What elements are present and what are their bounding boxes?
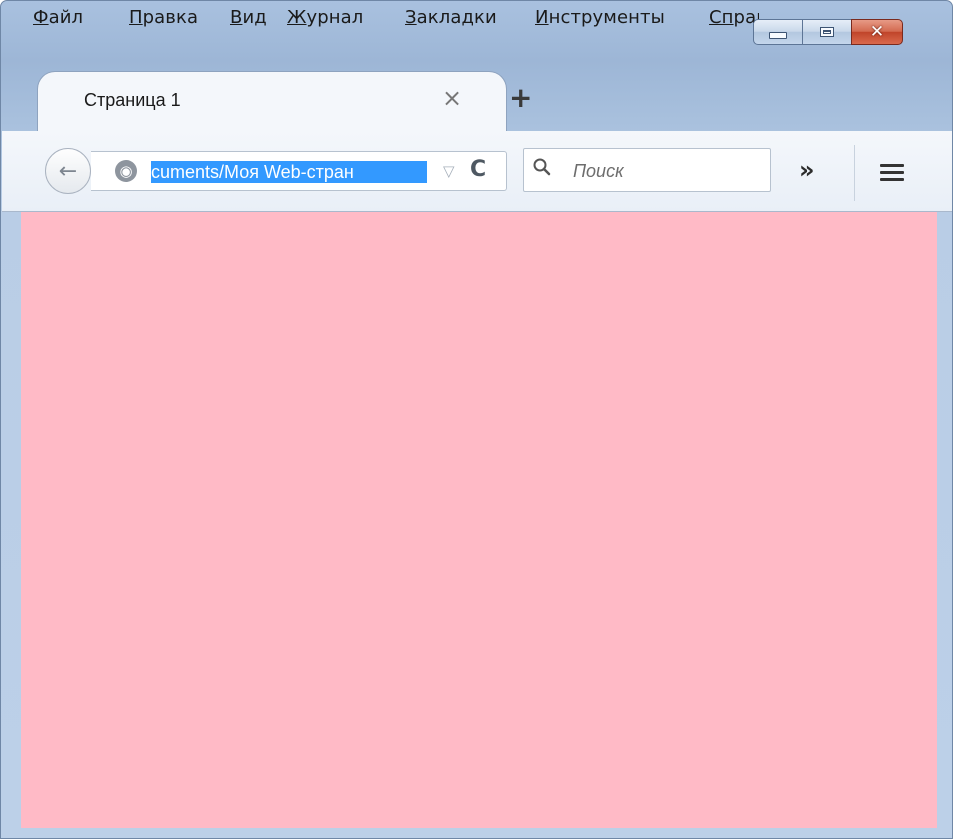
close-window-button[interactable]: ✕ — [851, 19, 903, 45]
menu-hamburger-icon[interactable] — [880, 164, 904, 185]
search-icon — [532, 157, 552, 182]
back-button[interactable]: ← — [45, 148, 91, 194]
back-arrow-icon: ← — [58, 158, 78, 184]
close-icon: ✕ — [869, 21, 885, 42]
toolbar-separator — [854, 145, 855, 201]
new-tab-button[interactable]: + — [509, 84, 532, 112]
browser-window: Файл Правка Вид Журнал Закладки Инструме… — [0, 0, 953, 839]
maximize-icon — [820, 27, 834, 37]
minimize-icon — [769, 31, 787, 39]
tab-close-icon[interactable]: × — [442, 86, 462, 110]
menu-history[interactable]: Журнал — [287, 7, 363, 28]
tab-title: Страница 1 — [84, 90, 181, 110]
history-dropmarker-icon[interactable]: ▽ — [443, 162, 455, 180]
search-placeholder: Поиск — [573, 161, 624, 181]
minimize-button[interactable] — [753, 19, 803, 45]
url-text[interactable]: cuments/Моя Web-стран — [151, 161, 427, 183]
tab-active[interactable]: Страница 1 × — [37, 71, 507, 133]
menu-file[interactable]: Файл — [33, 7, 83, 28]
menu-bookmarks[interactable]: Закладки — [405, 7, 497, 28]
overflow-chevron-icon[interactable]: » — [799, 156, 815, 184]
menu-view[interactable]: Вид — [230, 7, 267, 28]
menu-tools[interactable]: Инструменты — [535, 7, 665, 28]
menu-edit[interactable]: Правка — [129, 7, 198, 28]
site-identity-icon[interactable]: ◉ — [115, 160, 137, 182]
maximize-button[interactable] — [802, 19, 852, 45]
window-caption-buttons: ✕ — [753, 19, 903, 45]
menu-help[interactable]: Справка — [709, 7, 759, 28]
search-bar[interactable] — [523, 148, 771, 192]
page-content[interactable] — [21, 212, 937, 828]
reload-icon[interactable]: C — [470, 157, 486, 182]
